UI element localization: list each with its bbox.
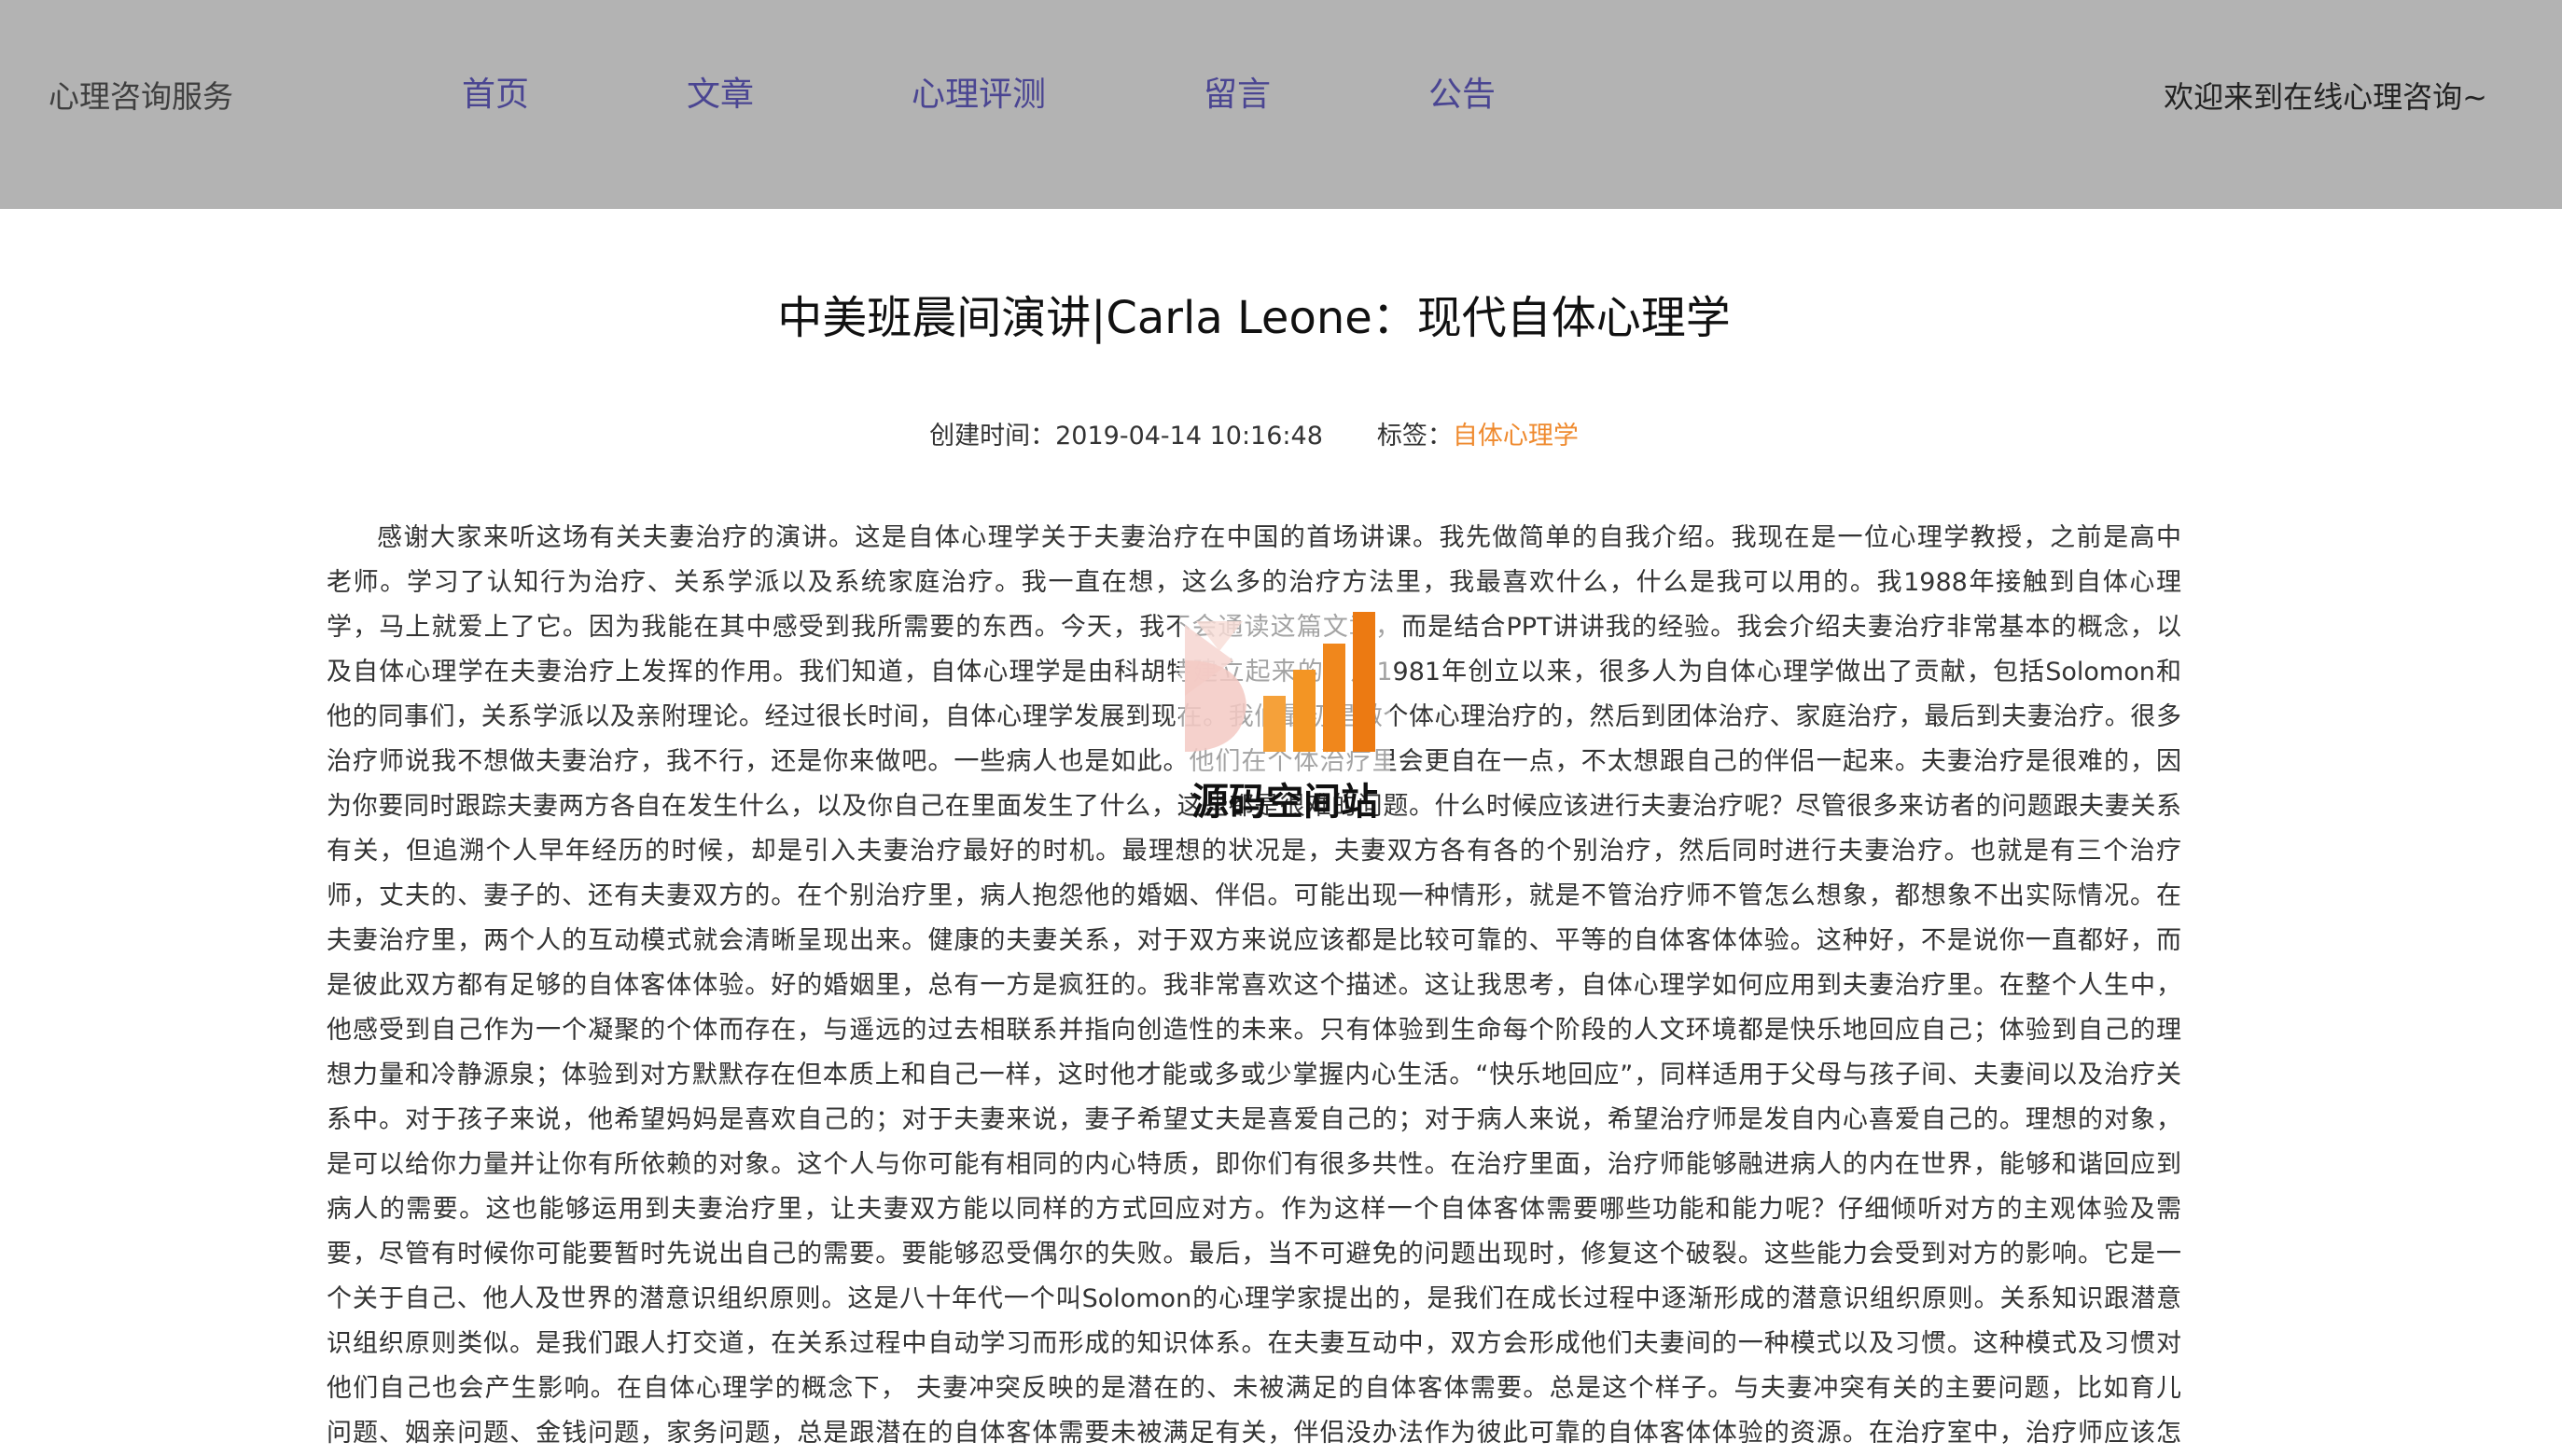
body-line: 要，尽管有时候你可能要暂时先说出自己的需要。要能够忍受偶尔的失败。最后，当不可避… (327, 1240, 2181, 1269)
tag-label: 标签： (1376, 422, 1453, 451)
top-header: 心理咨询服务 首页 文章 心理评测 留言 公告 欢迎来到在线心理咨询~ (0, 0, 2562, 209)
nav-assessment[interactable]: 心理评测 (912, 75, 1046, 116)
body-line: 感谢大家来听这场有关夫妻治疗的演讲。这是自体心理学关于夫妻治疗在中国的首场讲课。… (377, 523, 2181, 552)
body-line: 个关于自己、他人及世界的潜意识组织原则。这是八十年代一个叫Solomon的心理学… (327, 1284, 2181, 1313)
nav-home[interactable]: 首页 (462, 75, 529, 116)
body-line: 他们自己也会产生影响。在自体心理学的概念下， 夫妻冲突反映的是潜在的、未被满足的… (327, 1374, 2181, 1403)
nav-announcements[interactable]: 公告 (1428, 75, 1496, 116)
bar-chart-logo-icon (1179, 603, 1390, 780)
body-line: 是可以给你力量并让你有所依赖的对象。这个人与你可能有相同的内心特质，即你们有很多… (327, 1150, 2181, 1179)
nav-messages[interactable]: 留言 (1204, 75, 1271, 116)
body-line: 有关，但追溯个人早年经历的时候，却是引入夫妻治疗最好的时机。最理想的状况是，夫妻… (327, 837, 2181, 866)
tag-link[interactable]: 自体心理学 (1453, 422, 1579, 451)
body-line: 是彼此双方都有足够的自体客体体验。好的婚姻里，总有一方是疯狂的。我非常喜欢这个描… (327, 971, 2181, 1000)
created-at: 2019-04-14 10:16:48 (1055, 422, 1323, 451)
body-line: 夫妻治疗里，两个人的互动模式就会清晰呈现出来。健康的夫妻关系，对于双方来说应该都… (327, 926, 2181, 955)
body-line: 想力量和冷静源泉；体验到对方默默存在但本质上和自己一样，这时他才能或多或少掌握内… (327, 1061, 2181, 1089)
article-meta: 创建时间：2019-04-14 10:16:48 标签：自体心理学 (327, 420, 2181, 453)
welcome-text: 欢迎来到在线心理咨询~ (2164, 79, 2487, 115)
body-line: 问题、姻亲问题、金钱问题，家务问题，总是跟潜在的自体客体需要未被满足有关，伴侣没… (327, 1419, 2181, 1448)
site-name[interactable]: 心理咨询服务 (49, 78, 233, 116)
created-label: 创建时间： (929, 422, 1056, 451)
body-line: 他感受到自己作为一个凝聚的个体而存在，与遥远的过去相联系并指向创造性的未来。只有… (327, 1016, 2181, 1045)
watermark: 源码空间站 (1177, 593, 1392, 826)
body-line: 系中。对于孩子来说，他希望妈妈是喜欢自己的；对于夫妻来说，妻子希望丈夫是喜爱自己… (327, 1105, 2181, 1134)
nav-articles[interactable]: 文章 (687, 75, 754, 116)
body-line: 师，丈夫的、妻子的、还有夫妻双方的。在个别治疗里，病人抱怨他的婚姻、伴侣。可能出… (327, 881, 2181, 910)
article-title: 中美班晨间演讲|Carla Leone：现代自体心理学 (777, 292, 1731, 344)
body-line: 病人的需要。这也能够运用到夫妻治疗里，让夫妻双方能以同样的方式回应对方。作为这样… (327, 1195, 2181, 1224)
watermark-text: 源码空间站 (1191, 781, 1378, 824)
body-line: 识组织原则类似。是我们跟人打交道，在关系过程中自动学习而形成的知识体系。在夫妻互… (327, 1329, 2181, 1358)
